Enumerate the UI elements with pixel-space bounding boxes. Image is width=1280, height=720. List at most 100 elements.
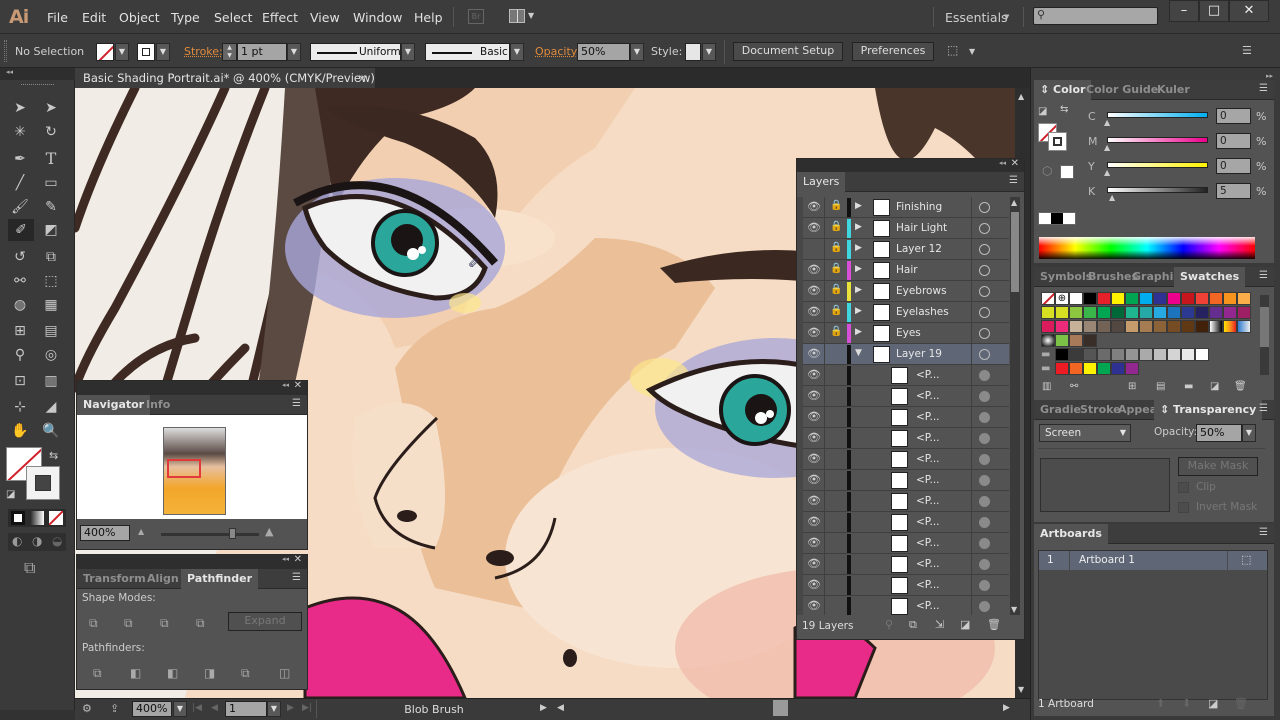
scrollbar-thumb[interactable] xyxy=(1011,212,1019,292)
tab-pathfinder[interactable]: Pathfinder xyxy=(181,569,259,589)
target-icon[interactable] xyxy=(979,601,990,612)
panel-menu-icon[interactable]: ☰ xyxy=(1259,527,1268,538)
scroll-down-icon[interactable]: ▼ xyxy=(1018,685,1024,694)
expand-button[interactable]: Expand xyxy=(228,612,302,631)
color-mode-icon[interactable] xyxy=(11,511,25,525)
zoom-in-icon[interactable]: ▲ xyxy=(265,525,273,538)
line-segment-tool-icon[interactable]: ╱ xyxy=(9,172,31,194)
swatch[interactable] xyxy=(1069,348,1083,361)
swatch[interactable] xyxy=(1195,348,1209,361)
target-icon[interactable] xyxy=(979,328,990,339)
stroke-weight-dropdown[interactable]: ▼ xyxy=(287,43,301,61)
merge-icon[interactable]: ◧ xyxy=(167,666,181,680)
target-icon[interactable] xyxy=(979,244,990,255)
maximize-button[interactable]: □ xyxy=(1199,0,1229,22)
new-color-group-icon[interactable]: ▬ xyxy=(1184,381,1193,392)
workspace-switcher[interactable]: Essentials xyxy=(945,10,1008,25)
visibility-toggle-icon[interactable]: 👁 xyxy=(807,494,821,507)
minus-front-icon[interactable]: ⧉ xyxy=(124,616,138,630)
pattern-swatch[interactable] xyxy=(1069,334,1083,347)
swatch[interactable] xyxy=(1083,348,1097,361)
layer-row[interactable]: 👁 ▼ Layer 19 xyxy=(803,344,1009,365)
layer-row[interactable]: 👁 🔒 ▶ Eyelashes xyxy=(803,302,1009,323)
type-tool-icon[interactable]: T xyxy=(40,148,62,170)
chevron-down-icon[interactable]: ▼ xyxy=(1004,13,1009,21)
transparency-opacity-input[interactable]: 50% xyxy=(1196,424,1242,442)
menu-type[interactable]: Type xyxy=(171,10,200,25)
scroll-right-icon[interactable]: ▶ xyxy=(1003,703,1010,713)
swatch[interactable] xyxy=(1069,362,1083,375)
visibility-toggle-icon[interactable]: 👁 xyxy=(807,557,821,570)
layer-name[interactable]: <P... xyxy=(916,390,940,402)
swatch[interactable] xyxy=(1195,292,1209,305)
unite-icon[interactable]: ⧉ xyxy=(89,616,103,630)
layer-name[interactable]: <P... xyxy=(916,495,940,507)
swatch[interactable] xyxy=(1167,320,1181,333)
color-spectrum[interactable] xyxy=(1039,237,1255,259)
layer-row[interactable]: 👁 🔒 ▶ Eyes xyxy=(803,323,1009,344)
eyedropper-tool-icon[interactable]: ⚲ xyxy=(9,344,31,366)
target-icon[interactable] xyxy=(979,265,990,276)
toolbox-grip[interactable] xyxy=(21,84,54,87)
slider-thumb[interactable]: ▲ xyxy=(1104,118,1110,127)
target-icon[interactable] xyxy=(979,475,990,486)
collapse-icon[interactable]: ◂◂ xyxy=(6,68,13,76)
zoom-slider-thumb[interactable] xyxy=(228,528,236,539)
menu-edit[interactable]: Edit xyxy=(82,10,106,25)
channel-value-input[interactable]: 0 xyxy=(1216,158,1251,174)
swatch[interactable] xyxy=(1209,306,1223,319)
pattern-swatch[interactable] xyxy=(1055,334,1069,347)
grip-handle[interactable] xyxy=(4,40,7,62)
layer-name[interactable]: <P... xyxy=(916,411,940,423)
swap-fill-stroke-icon[interactable]: ⇆ xyxy=(49,449,58,462)
swatch[interactable] xyxy=(1083,292,1097,305)
layer-name[interactable]: Eyelashes xyxy=(896,306,949,318)
divide-icon[interactable]: ⧉ xyxy=(93,666,107,680)
draw-inside-icon[interactable]: ◒ xyxy=(52,534,62,548)
first-artboard-icon[interactable]: |◀ xyxy=(192,703,202,713)
swatch[interactable] xyxy=(1069,306,1083,319)
swatch[interactable] xyxy=(1055,348,1069,361)
swatch[interactable] xyxy=(1041,320,1055,333)
scroll-up-icon[interactable]: ▲ xyxy=(1011,198,1017,207)
swatch[interactable] xyxy=(1181,292,1195,305)
swatch[interactable] xyxy=(1237,292,1251,305)
panel-header[interactable]: ◂◂ ✕ xyxy=(77,380,307,395)
pencil-tool-icon[interactable]: ✎ xyxy=(40,196,62,218)
tab-swatches[interactable]: Swatches xyxy=(1174,267,1246,287)
artboard-dropdown[interactable]: ▼ xyxy=(267,701,281,717)
swatch[interactable] xyxy=(1223,292,1237,305)
visibility-toggle-icon[interactable]: 👁 xyxy=(807,368,821,381)
symbol-sprayer-tool-icon[interactable]: ⊡ xyxy=(9,370,31,392)
swatch[interactable] xyxy=(1111,306,1125,319)
swatch[interactable] xyxy=(1153,348,1167,361)
target-icon[interactable] xyxy=(979,412,990,423)
fill-dropdown[interactable]: ▼ xyxy=(115,43,129,61)
swatch[interactable] xyxy=(1167,306,1181,319)
new-swatch-icon[interactable]: ◪ xyxy=(1210,381,1219,392)
zoom-dropdown[interactable]: ▼ xyxy=(173,701,187,717)
collapse-icon[interactable]: ◂◂ xyxy=(282,381,289,389)
navigator-preview[interactable] xyxy=(77,415,307,519)
channel-slider[interactable] xyxy=(1107,162,1208,168)
visibility-toggle-icon[interactable]: 👁 xyxy=(807,263,821,276)
visibility-toggle-icon[interactable]: 👁 xyxy=(807,326,821,339)
swatch[interactable] xyxy=(1111,348,1125,361)
swatch[interactable] xyxy=(1125,306,1139,319)
panel-menu-icon[interactable]: ☰ xyxy=(292,398,301,409)
menu-file[interactable]: File xyxy=(47,10,68,25)
panel-menu-icon[interactable]: ☰ xyxy=(292,572,301,583)
chevron-down-icon[interactable]: ▼ xyxy=(528,11,534,20)
channel-value-input[interactable]: 0 xyxy=(1216,133,1251,149)
target-icon[interactable] xyxy=(979,202,990,213)
lock-toggle-icon[interactable]: 🔒 xyxy=(830,326,842,337)
layer-name[interactable]: Eyebrows xyxy=(896,285,947,297)
free-transform-tool-icon[interactable]: ⬚ xyxy=(40,270,62,292)
target-icon[interactable] xyxy=(979,580,990,591)
sublayer-row[interactable]: 👁 <P... xyxy=(803,449,1009,470)
visibility-toggle-icon[interactable]: 👁 xyxy=(807,389,821,402)
visibility-toggle-icon[interactable]: 👁 xyxy=(807,473,821,486)
zoom-level-input[interactable]: 400% xyxy=(132,701,172,717)
stroke-label[interactable]: Stroke: xyxy=(184,45,223,58)
sublayer-row[interactable]: 👁 <P... xyxy=(803,428,1009,449)
